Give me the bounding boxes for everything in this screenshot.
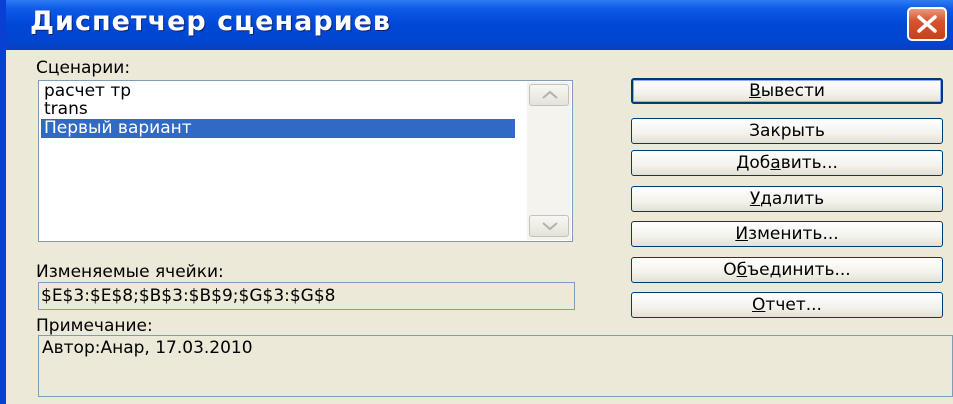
scroll-up-button[interactable] <box>529 84 569 106</box>
scenarios-listbox[interactable]: расчет тр trans Первый вариант <box>38 80 573 242</box>
delete-button[interactable]: Удалить <box>631 186 943 212</box>
comment-label: Примечание: <box>36 316 153 336</box>
close-window-button[interactable] <box>907 7 947 41</box>
show-button[interactable]: Вывести <box>631 78 943 104</box>
close-icon <box>917 15 937 33</box>
vertical-scrollbar[interactable] <box>527 82 571 240</box>
chevron-down-icon <box>542 222 558 231</box>
comment-field: Автор:Анар, 17.03.2010 <box>38 335 953 397</box>
report-button[interactable]: Отчет... <box>631 292 943 318</box>
scenario-manager-dialog: Диспетчер сценариев Сценарии: расчет тр … <box>0 0 953 404</box>
list-item[interactable]: trans <box>41 100 515 119</box>
edit-button[interactable]: Изменить... <box>631 221 943 247</box>
close-button[interactable]: Закрыть <box>631 118 943 144</box>
changing-cells-field: $E$3:$E$8;$B$3:$B$9;$G$3:$G$8 <box>38 282 575 310</box>
scroll-down-button[interactable] <box>529 215 569 237</box>
window-title: Диспетчер сценариев <box>30 6 392 37</box>
merge-button[interactable]: Объединить... <box>631 257 943 283</box>
comment-value: Автор:Анар, 17.03.2010 <box>42 338 253 358</box>
list-item[interactable]: расчет тр <box>41 82 515 101</box>
title-bar[interactable]: Диспетчер сценариев <box>6 0 953 50</box>
scenarios-label: Сценарии: <box>36 58 131 78</box>
chevron-up-icon <box>542 90 558 99</box>
changing-cells-label: Изменяемые ячейки: <box>36 262 224 282</box>
changing-cells-value: $E$3:$E$8;$B$3:$B$9;$G$3:$G$8 <box>41 286 336 306</box>
add-button[interactable]: Добавить... <box>631 150 943 176</box>
list-item-selected[interactable]: Первый вариант <box>41 119 515 138</box>
